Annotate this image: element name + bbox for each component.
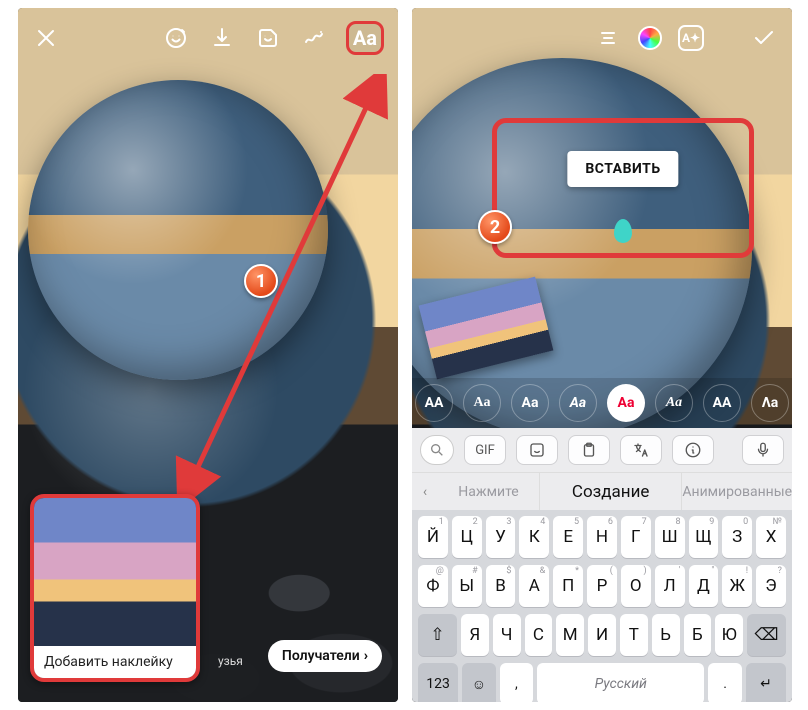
kbd-gif-button[interactable]: GIF xyxy=(464,435,506,465)
kbd-info-button[interactable] xyxy=(672,435,714,465)
kbd-mic-button[interactable] xyxy=(742,435,784,465)
annotation-badge-1: 1 xyxy=(244,264,278,298)
text-caret-handle[interactable] xyxy=(614,219,632,243)
key-И[interactable]: И xyxy=(588,614,616,656)
key-Ц[interactable]: Ц2 xyxy=(452,516,482,558)
suggestion-left[interactable]: Нажмите xyxy=(438,484,539,500)
kbd-translate-button[interactable] xyxy=(620,435,662,465)
font-option[interactable]: AA xyxy=(703,384,741,422)
kbd-sticker-button[interactable] xyxy=(516,435,558,465)
kbd-search-icon[interactable] xyxy=(420,435,454,465)
font-option[interactable]: Λа xyxy=(751,384,789,422)
paste-region-highlight: ВСТАВИТЬ xyxy=(492,118,754,258)
crystal-ball-graphic xyxy=(28,80,328,380)
onscreen-keyboard: Й1Ц2У3К4Е5Н6Г7Ш8Щ9З0Х№ Ф@Ы#В$А&П*Р(О)Л'Д… xyxy=(412,510,792,702)
effects-squiggle-icon[interactable] xyxy=(300,24,328,52)
key-Э[interactable]: Э? xyxy=(756,565,786,607)
key-Х[interactable]: Х№ xyxy=(756,516,786,558)
key-Ф[interactable]: Ф@ xyxy=(418,565,448,607)
font-option[interactable]: Aa xyxy=(511,384,549,422)
key-space[interactable]: Русский xyxy=(537,663,704,702)
key-123[interactable]: 123 xyxy=(418,663,458,702)
key-emoji[interactable]: ☺ xyxy=(462,663,495,702)
key-Ы[interactable]: Ы# xyxy=(452,565,482,607)
add-sticker-label: Добавить наклейку xyxy=(34,646,196,678)
key-Й[interactable]: Й1 xyxy=(418,516,448,558)
key-М[interactable]: М xyxy=(556,614,584,656)
text-anim-icon[interactable]: A✦ xyxy=(678,25,704,51)
key-Л[interactable]: Л' xyxy=(655,565,685,607)
keyboard-suggestion-bar: ‹ Нажмите Создание Анимированные xyxy=(412,472,792,510)
key-backspace[interactable]: ⌫ xyxy=(747,614,786,656)
font-selector-strip: AA Aa Aa Aa Aa Aa AA Λа xyxy=(412,378,792,428)
key-Я[interactable]: Я xyxy=(461,614,489,656)
face-effects-icon[interactable] xyxy=(162,24,190,52)
key-Щ[interactable]: Щ9 xyxy=(689,516,719,558)
key-Г[interactable]: Г7 xyxy=(621,516,651,558)
key-Б[interactable]: Б xyxy=(684,614,712,656)
font-option-selected[interactable]: Aa xyxy=(607,384,645,422)
text-entry-screen: A✦ ВСТАВИТЬ 2 AA Aa Aa Aa Aa Aa AA Λа GI… xyxy=(412,8,792,702)
key-row-1: Й1Ц2У3К4Е5Н6Г7Ш8Щ9З0Х№ xyxy=(416,516,788,558)
font-option[interactable]: Aa xyxy=(655,384,693,422)
suggestion-right[interactable]: Анимированные xyxy=(682,484,792,500)
suggestion-center[interactable]: Создание xyxy=(539,473,682,510)
font-option[interactable]: AA xyxy=(415,384,453,422)
story-topbar: Aa xyxy=(18,16,398,60)
key-С[interactable]: С xyxy=(525,614,553,656)
paste-button[interactable]: ВСТАВИТЬ xyxy=(567,151,678,187)
key-Ж[interactable]: Ж! xyxy=(722,565,752,607)
key-Ш[interactable]: Ш8 xyxy=(655,516,685,558)
key-enter[interactable]: ↵ xyxy=(746,663,786,702)
key-О[interactable]: О) xyxy=(621,565,651,607)
key-comma[interactable]: , xyxy=(500,663,533,702)
key-period[interactable]: . xyxy=(708,663,741,702)
suggestion-prev-icon[interactable]: ‹ xyxy=(412,484,438,500)
key-row-bottom: 123 ☺ , Русский . ↵ xyxy=(416,663,788,702)
key-shift[interactable]: ⇧ xyxy=(418,614,457,656)
align-icon[interactable] xyxy=(594,24,622,52)
add-sticker-popup[interactable]: Добавить наклейку xyxy=(30,494,200,682)
key-У[interactable]: У3 xyxy=(486,516,516,558)
close-friends-partial-text: узья xyxy=(218,654,243,668)
text-topbar: A✦ xyxy=(412,16,792,60)
done-check-icon[interactable] xyxy=(750,24,778,52)
color-picker-icon[interactable] xyxy=(638,26,662,50)
key-К[interactable]: К4 xyxy=(519,516,549,558)
key-Е[interactable]: Е5 xyxy=(553,516,583,558)
key-Ь[interactable]: Ь xyxy=(652,614,680,656)
close-icon[interactable] xyxy=(32,24,60,52)
kbd-clipboard-button[interactable] xyxy=(568,435,610,465)
key-Т[interactable]: Т xyxy=(620,614,648,656)
recipients-label: Получатели xyxy=(282,648,360,664)
recipients-button[interactable]: Получатели › xyxy=(268,640,382,672)
key-А[interactable]: А& xyxy=(519,565,549,607)
keyboard-toolbar: GIF xyxy=(412,428,792,472)
key-row-3: ⇧ЯЧСМИТЬБЮ⌫ xyxy=(416,614,788,656)
download-icon[interactable] xyxy=(208,24,236,52)
key-П[interactable]: П* xyxy=(553,565,583,607)
key-Н[interactable]: Н6 xyxy=(587,516,617,558)
key-Ч[interactable]: Ч xyxy=(493,614,521,656)
key-Ю[interactable]: Ю xyxy=(715,614,743,656)
font-option[interactable]: Aa xyxy=(559,384,597,422)
sticker-icon[interactable] xyxy=(254,24,282,52)
annotation-badge-2: 2 xyxy=(478,210,512,244)
key-В[interactable]: В$ xyxy=(486,565,516,607)
chevron-right-icon: › xyxy=(364,648,368,664)
story-editor-screen: Aa 1 Добавить наклейку узья xyxy=(18,8,398,702)
sticker-thumbnail xyxy=(34,498,196,646)
key-row-2: Ф@Ы#В$А&П*Р(О)Л'Д"Ж!Э? xyxy=(416,565,788,607)
text-tool-button[interactable]: Aa xyxy=(346,21,384,55)
font-option[interactable]: Aa xyxy=(463,384,501,422)
key-З[interactable]: З0 xyxy=(722,516,752,558)
key-Д[interactable]: Д" xyxy=(689,565,719,607)
key-Р[interactable]: Р( xyxy=(587,565,617,607)
